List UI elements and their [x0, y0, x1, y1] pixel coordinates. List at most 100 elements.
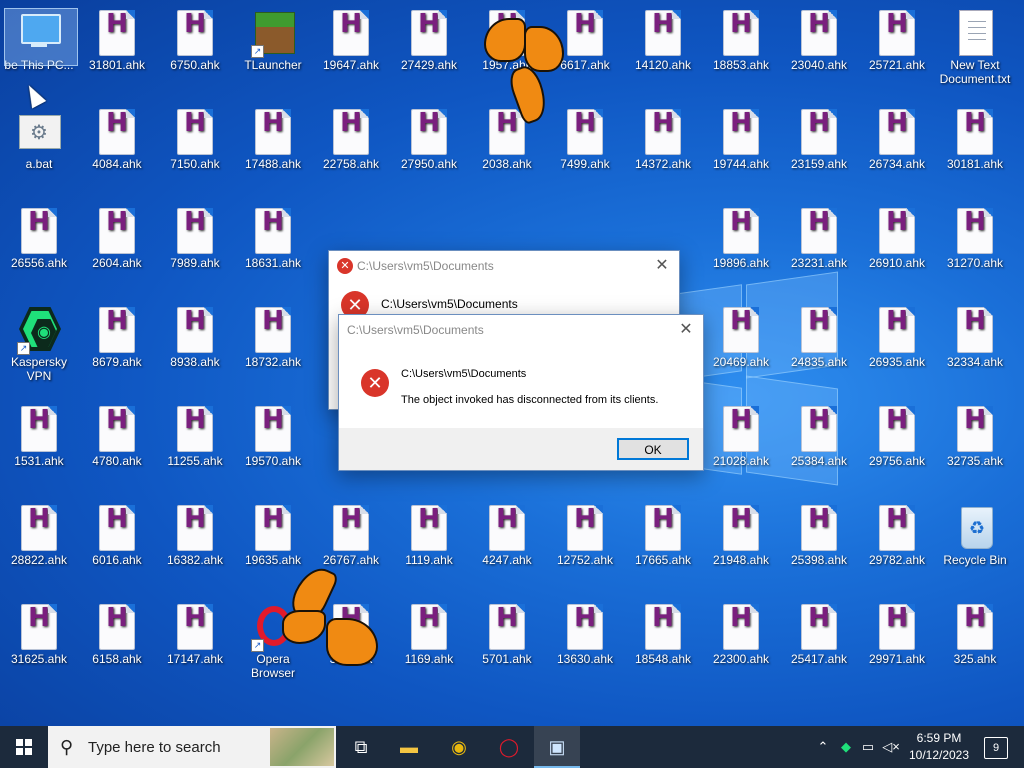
- desktop-icon-this-pc[interactable]: be This PC...: [0, 2, 78, 98]
- show-hidden-icons-button[interactable]: ⌃: [812, 726, 834, 768]
- desktop-icon-label: 18732.ahk: [244, 355, 302, 369]
- desktop-icon-ahk[interactable]: H 18548.ahk: [624, 596, 702, 692]
- desktop-icon-ahk[interactable]: H 8938.ahk: [156, 299, 234, 395]
- desktop-icon-ahk[interactable]: H 17147.ahk: [156, 596, 234, 692]
- desktop-icon-a-bat[interactable]: ⚙ a.bat: [0, 101, 78, 197]
- network-button[interactable]: ▭: [858, 726, 878, 768]
- desktop-icon-ahk[interactable]: H 12752.ahk: [546, 497, 624, 593]
- desktop-icon-ahk[interactable]: H 23231.ahk: [780, 200, 858, 296]
- desktop-icon-ahk[interactable]: H 381.ahk: [312, 596, 390, 692]
- desktop-icon-ahk[interactable]: H 31625.ahk: [0, 596, 78, 692]
- kaspersky-tray-button[interactable]: ◆: [836, 726, 856, 768]
- taskbar-clock[interactable]: 6:59 PM 10/12/2023: [904, 730, 974, 764]
- desktop-icon-ahk[interactable]: H 25417.ahk: [780, 596, 858, 692]
- desktop-icon-ahk[interactable]: H 4084.ahk: [78, 101, 156, 197]
- desktop-icon-ahk[interactable]: H 22300.ahk: [702, 596, 780, 692]
- close-icon[interactable]: ✕: [651, 255, 673, 277]
- desktop-icon-ahk[interactable]: H 22758.ahk: [312, 101, 390, 197]
- desktop-icon-kaspersky-vpn[interactable]: ◉ ↗ Kaspersky VPN: [0, 299, 78, 395]
- desktop-icon-ahk[interactable]: H 6016.ahk: [78, 497, 156, 593]
- desktop-icon-ahk[interactable]: H 24835.ahk: [780, 299, 858, 395]
- desktop-icon-ahk[interactable]: H 5701.ahk: [468, 596, 546, 692]
- desktop-icon-ahk[interactable]: H 31801.ahk: [78, 2, 156, 98]
- desktop-icon-ahk[interactable]: H 20469.ahk: [702, 299, 780, 395]
- desktop-icon-ahk[interactable]: H 19896.ahk: [702, 200, 780, 296]
- ahk-script-icon: H: [177, 10, 213, 56]
- active-window-button[interactable]: ▣: [534, 726, 580, 768]
- desktop-icon-ahk[interactable]: H 17665.ahk: [624, 497, 702, 593]
- desktop-icon-ahk[interactable]: H 26935.ahk: [858, 299, 936, 395]
- desktop-icon-ahk[interactable]: H 25384.ahk: [780, 398, 858, 494]
- desktop-icon-ahk[interactable]: H 31270.ahk: [936, 200, 1014, 296]
- dialog-titlebar: C:\Users\vm5\Documents ✕: [339, 315, 703, 345]
- notification-center-button[interactable]: 9: [984, 737, 1008, 759]
- desktop-icon-ahk[interactable]: H 4780.ahk: [78, 398, 156, 494]
- desktop-icon-ahk[interactable]: H 11255.ahk: [156, 398, 234, 494]
- desktop-icon-label: 1169.ahk: [404, 652, 454, 666]
- desktop-icon-ahk[interactable]: H 6617.ahk: [546, 2, 624, 98]
- desktop-icon-tlauncher[interactable]: ↗ TLauncher: [234, 2, 312, 98]
- desktop-icon-ahk[interactable]: H 32735.ahk: [936, 398, 1014, 494]
- ahk-script-icon: H: [255, 307, 291, 353]
- desktop-icon-ahk[interactable]: H 6158.ahk: [78, 596, 156, 692]
- desktop-icon-ahk[interactable]: H 16382.ahk: [156, 497, 234, 593]
- opera-button[interactable]: ◯: [486, 726, 532, 768]
- desktop-icon-ahk[interactable]: H 18853.ahk: [702, 2, 780, 98]
- desktop-icon-ahk[interactable]: H 7499.ahk: [546, 101, 624, 197]
- desktop-icon-ahk[interactable]: H 28822.ahk: [0, 497, 78, 593]
- desktop-icon-ahk[interactable]: H 18732.ahk: [234, 299, 312, 395]
- desktop-icon-ahk[interactable]: H 26767.ahk: [312, 497, 390, 593]
- desktop-icon-ahk[interactable]: H 25398.ahk: [780, 497, 858, 593]
- desktop-icon-ahk[interactable]: H 21028.ahk: [702, 398, 780, 494]
- desktop-icon-ahk[interactable]: H 26556.ahk: [0, 200, 78, 296]
- volume-button[interactable]: ◁×: [880, 726, 902, 768]
- desktop-icon-ahk[interactable]: H 27950.ahk: [390, 101, 468, 197]
- desktop-icon-ahk[interactable]: H 1169.ahk: [390, 596, 468, 692]
- desktop-icon-ahk[interactable]: H 19570.ahk: [234, 398, 312, 494]
- desktop-icon-ahk[interactable]: H 17488.ahk: [234, 101, 312, 197]
- desktop-icon-ahk[interactable]: H 325.ahk: [936, 596, 1014, 692]
- start-button[interactable]: [0, 726, 48, 768]
- desktop-icon-ahk[interactable]: H 25721.ahk: [858, 2, 936, 98]
- desktop-icon-ahk[interactable]: H 2038.ahk: [468, 101, 546, 197]
- close-icon[interactable]: ✕: [675, 319, 697, 341]
- desktop-icon-ahk[interactable]: H 7150.ahk: [156, 101, 234, 197]
- desktop-icon-ahk[interactable]: H 19635.ahk: [234, 497, 312, 593]
- desktop-icon-ahk[interactable]: H 23040.ahk: [780, 2, 858, 98]
- shortcut-arrow-icon: ↗: [251, 639, 264, 652]
- desktop-icon-ahk[interactable]: H 1531.ahk: [0, 398, 78, 494]
- desktop-icon-ahk[interactable]: H 1119.ahk: [390, 497, 468, 593]
- file-explorer-button[interactable]: ▬: [386, 726, 432, 768]
- desktop-icon-ahk[interactable]: H 19647.ahk: [312, 2, 390, 98]
- desktop-icon-ahk[interactable]: H 26910.ahk: [858, 200, 936, 296]
- desktop-icon-ahk[interactable]: H 23159.ahk: [780, 101, 858, 197]
- desktop-icon-ahk[interactable]: H 21948.ahk: [702, 497, 780, 593]
- desktop-icon-ahk[interactable]: H 6750.ahk: [156, 2, 234, 98]
- desktop-icon-ahk[interactable]: H 18631.ahk: [234, 200, 312, 296]
- desktop-icon-ahk[interactable]: H 19744.ahk: [702, 101, 780, 197]
- desktop-icon-ahk[interactable]: H 29756.ahk: [858, 398, 936, 494]
- desktop-icon-recycle-bin[interactable]: ♻ Recycle Bin: [936, 497, 1014, 593]
- desktop-icon-ahk[interactable]: H 13630.ahk: [546, 596, 624, 692]
- desktop-icon-ahk[interactable]: H 1957.ahk: [468, 2, 546, 98]
- desktop-icon-ahk[interactable]: H 26734.ahk: [858, 101, 936, 197]
- desktop-icon-ahk[interactable]: H 14372.ahk: [624, 101, 702, 197]
- desktop-icon-ahk[interactable]: H 4247.ahk: [468, 497, 546, 593]
- desktop-icon-new-text-document[interactable]: New Text Document.txt: [936, 2, 1014, 98]
- taskbar-search-box[interactable]: ⚲ Type here to search: [48, 726, 336, 768]
- desktop-icon-ahk[interactable]: H 7989.ahk: [156, 200, 234, 296]
- desktop-icon-label: 18853.ahk: [712, 58, 770, 72]
- desktop-icon-ahk[interactable]: H 32334.ahk: [936, 299, 1014, 395]
- desktop-icon-ahk[interactable]: H 29971.ahk: [858, 596, 936, 692]
- task-view-button[interactable]: ⧉: [338, 726, 384, 768]
- desktop-icon-ahk[interactable]: H 30181.ahk: [936, 101, 1014, 197]
- chrome-button[interactable]: ◉: [436, 726, 482, 768]
- desktop-icon-ahk[interactable]: H 8679.ahk: [78, 299, 156, 395]
- desktop-icon-ahk[interactable]: H 27429.ahk: [390, 2, 468, 98]
- desktop-icon-opera[interactable]: ↗ Opera Browser: [234, 596, 312, 692]
- desktop-icon-ahk[interactable]: H 29782.ahk: [858, 497, 936, 593]
- desktop-icon-label: 27429.ahk: [400, 58, 458, 72]
- ok-button[interactable]: OK: [617, 438, 689, 460]
- desktop-icon-ahk[interactable]: H 2604.ahk: [78, 200, 156, 296]
- desktop-icon-ahk[interactable]: H 14120.ahk: [624, 2, 702, 98]
